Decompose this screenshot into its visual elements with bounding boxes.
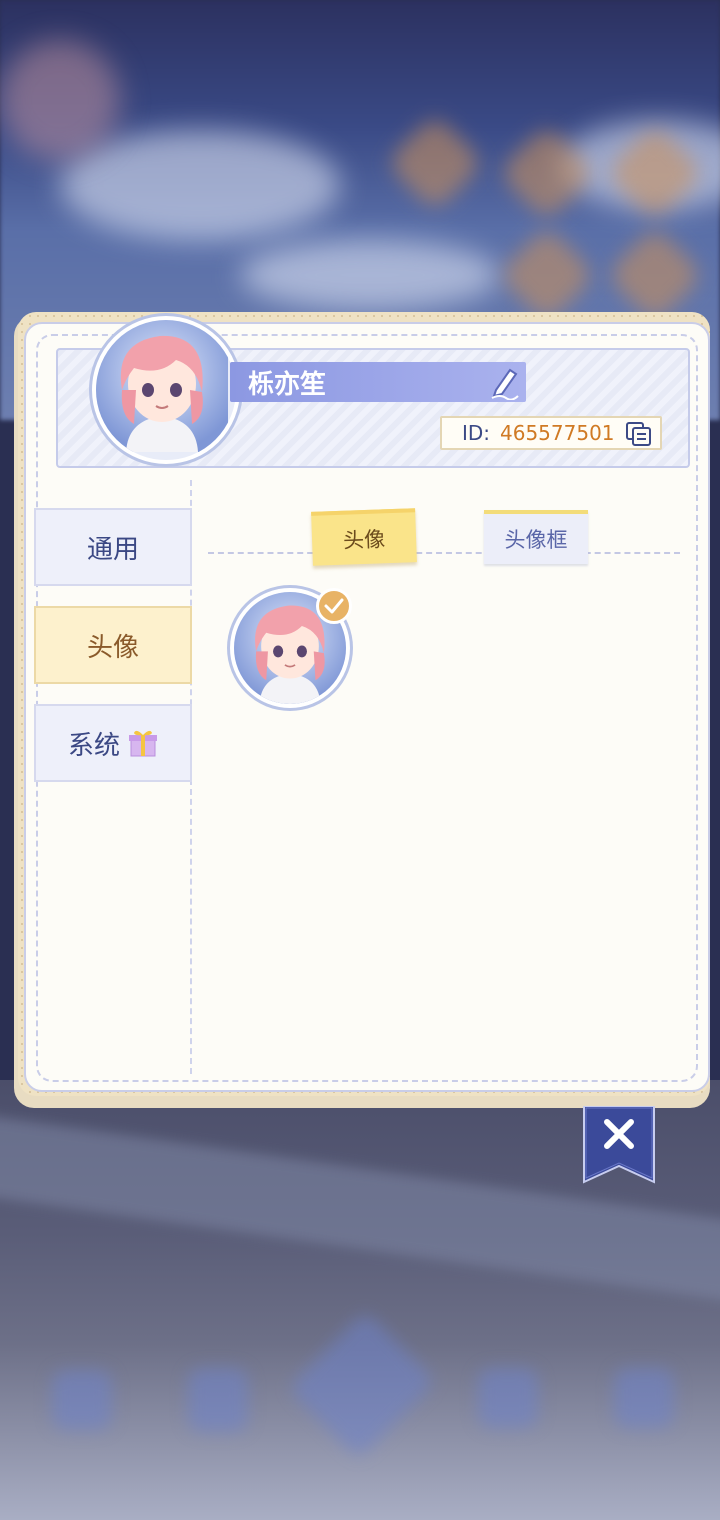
id-value: 465577501 — [500, 421, 615, 445]
nav-item-system[interactable]: 系统 — [34, 704, 192, 782]
nav-item-label: 头像 — [86, 632, 139, 663]
copy-id-icon[interactable] — [624, 420, 654, 448]
profile-avatar[interactable] — [92, 316, 240, 464]
tab-underline — [208, 552, 680, 554]
gift-icon — [128, 728, 158, 758]
tab-avatar-frame[interactable]: 头像框 — [484, 510, 588, 564]
tab-avatar[interactable]: 头像 — [311, 508, 417, 566]
close-button[interactable] — [582, 1105, 656, 1184]
close-icon — [583, 1105, 655, 1184]
edit-name-pen-icon[interactable] — [488, 364, 522, 401]
nav-item-label: 系统 — [67, 730, 120, 761]
player-name: 栎亦笙 — [248, 370, 327, 400]
avatar-portrait-icon — [96, 320, 228, 452]
selected-check-icon — [316, 588, 352, 624]
id-label: ID: — [462, 421, 491, 445]
nav-item-label: 通用 — [86, 534, 139, 565]
nav-item-avatar[interactable]: 头像 — [34, 606, 192, 684]
nav-item-general[interactable]: 通用 — [34, 508, 192, 586]
